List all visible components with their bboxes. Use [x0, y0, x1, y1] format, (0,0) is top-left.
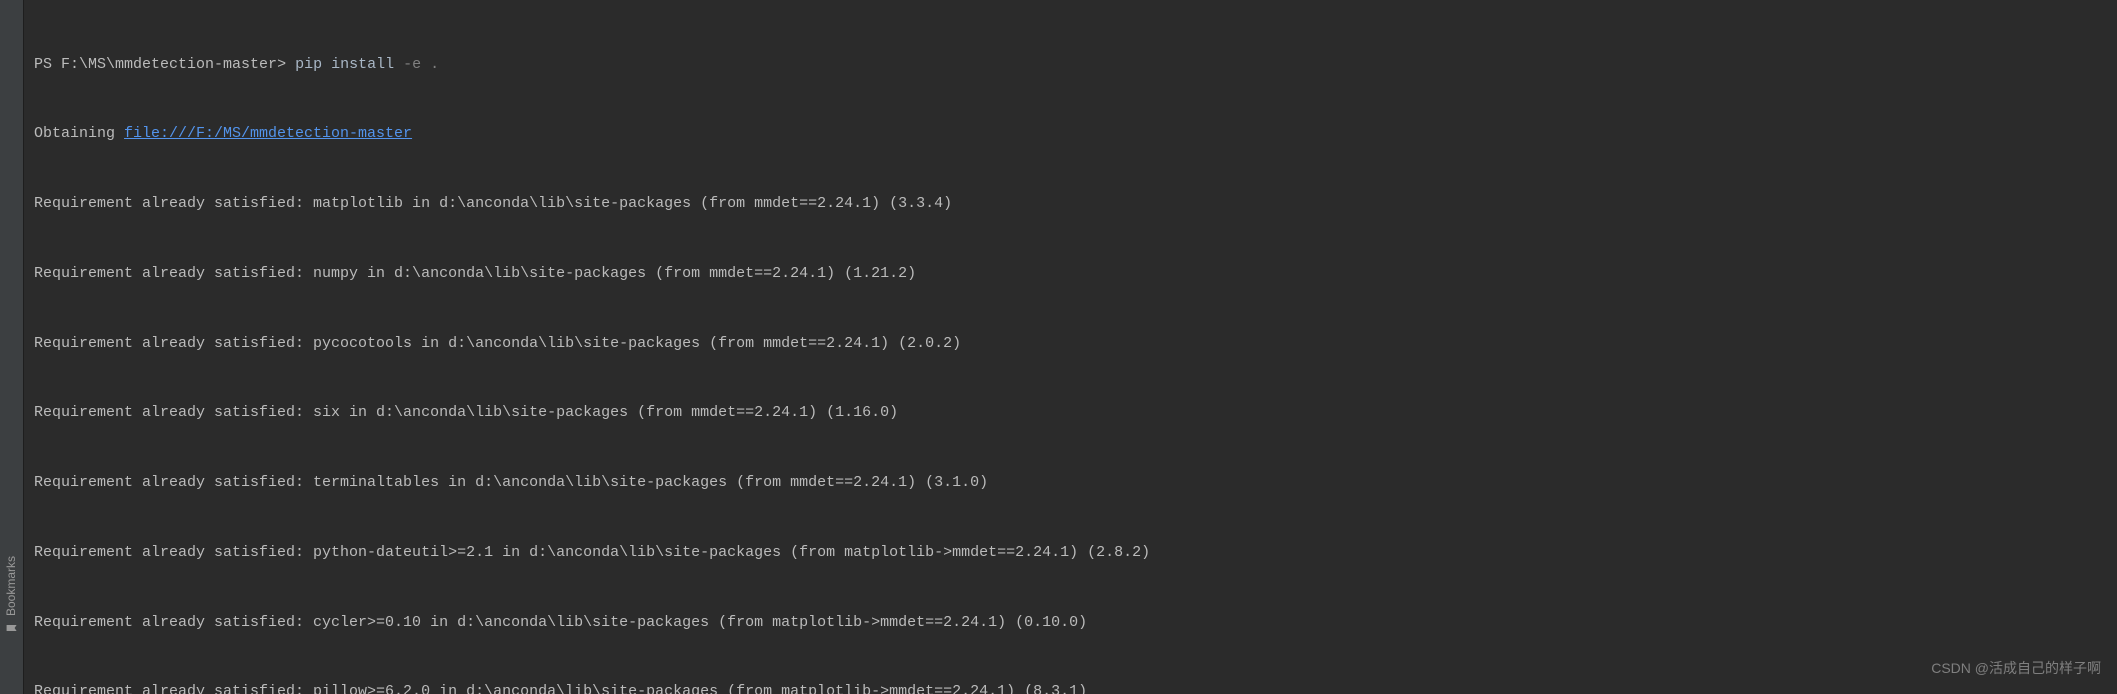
- cmd-arg: .: [430, 56, 439, 73]
- output-req: Requirement already satisfied: pillow>=6…: [34, 680, 2107, 694]
- bookmark-icon: [6, 622, 18, 634]
- output-req: Requirement already satisfied: python-da…: [34, 541, 2107, 564]
- ide-sidebar: Bookmarks: [0, 0, 24, 694]
- prompt-cwd: F:\MS\mmdetection-master: [61, 56, 277, 73]
- cmd-flag: -e: [403, 56, 421, 73]
- bookmarks-label: Bookmarks: [2, 556, 21, 616]
- output-req: Requirement already satisfied: cycler>=0…: [34, 611, 2107, 634]
- output-req: Requirement already satisfied: matplotli…: [34, 192, 2107, 215]
- output-req: Requirement already satisfied: six in d:…: [34, 401, 2107, 424]
- cmd-bin: pip: [295, 56, 322, 73]
- terminal-panel[interactable]: PS F:\MS\mmdetection-master> pip install…: [24, 0, 2117, 694]
- obtaining-label: Obtaining: [34, 125, 124, 142]
- terminal-command-line: PS F:\MS\mmdetection-master> pip install…: [34, 53, 2107, 76]
- output-req: Requirement already satisfied: terminalt…: [34, 471, 2107, 494]
- watermark: CSDN @活成自己的样子啊: [1931, 658, 2101, 680]
- output-req: Requirement already satisfied: numpy in …: [34, 262, 2107, 285]
- output-obtaining: Obtaining file:///F:/MS/mmdetection-mast…: [34, 122, 2107, 145]
- obtaining-url-link[interactable]: file:///F:/MS/mmdetection-master: [124, 125, 412, 142]
- output-req: Requirement already satisfied: pycocotoo…: [34, 332, 2107, 355]
- bookmarks-tab[interactable]: Bookmarks: [2, 556, 21, 634]
- cmd-sub: install: [331, 56, 394, 73]
- prompt-gt: >: [277, 56, 295, 73]
- prompt-prefix: PS: [34, 56, 61, 73]
